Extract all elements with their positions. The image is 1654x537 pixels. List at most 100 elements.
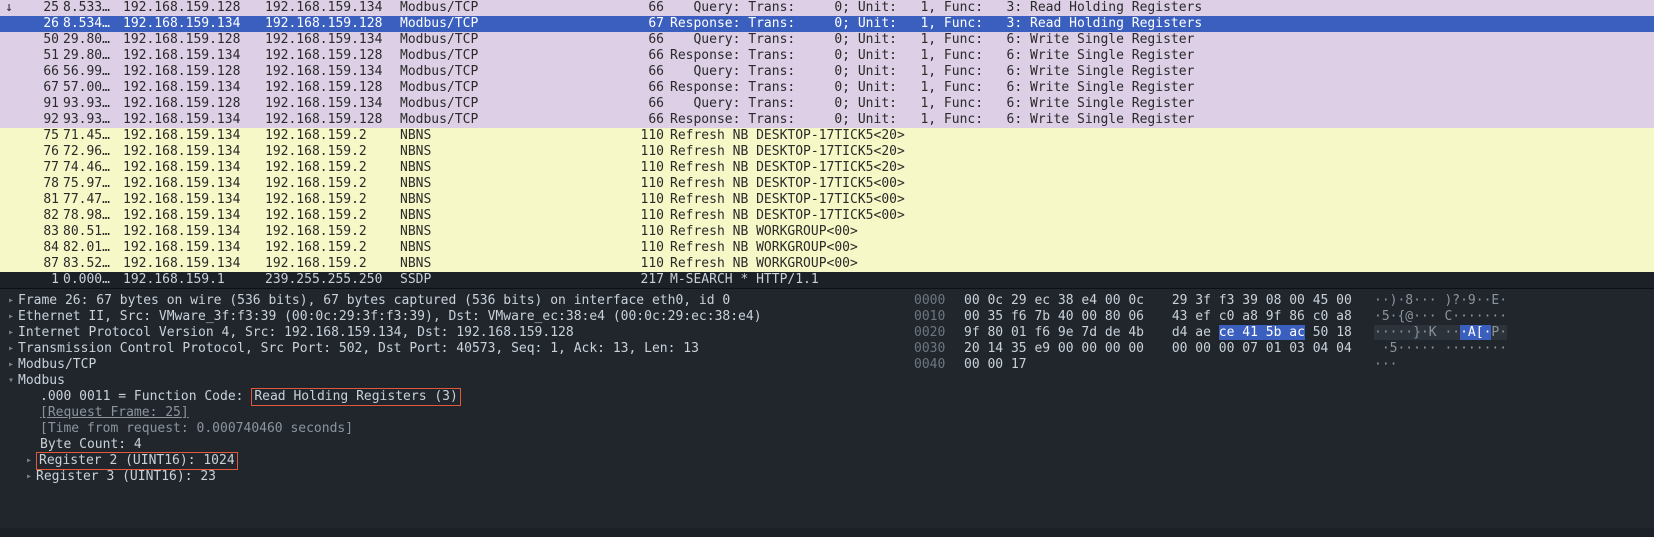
- col-info: Refresh NB WORKGROUP<00>: [670, 224, 1654, 240]
- col-info: Refresh NB WORKGROUP<00>: [670, 240, 1654, 256]
- col-protocol: NBNS: [400, 240, 630, 256]
- modbus-tcp-summary[interactable]: Modbus/TCP: [18, 357, 96, 373]
- frame-summary[interactable]: Frame 26: 67 bytes on wire (536 bits), 6…: [18, 293, 730, 309]
- col-length: 110: [630, 160, 670, 176]
- packet-row[interactable]: 91 93.93… 192.168.159.128 192.168.159.13…: [0, 96, 1654, 112]
- col-destination: 192.168.159.134: [265, 32, 400, 48]
- col-protocol: NBNS: [400, 224, 630, 240]
- hex-line[interactable]: 0020 9f 80 01 f6 9e 7d de 4b d4 ae ce 41…: [914, 325, 1648, 341]
- col-source: 192.168.159.128: [123, 32, 265, 48]
- col-destination: 192.168.159.128: [265, 112, 400, 128]
- col-source: 192.168.159.134: [123, 112, 265, 128]
- col-length: 217: [630, 272, 670, 288]
- col-source: 192.168.159.134: [123, 176, 265, 192]
- packet-details-pane[interactable]: ▸Frame 26: 67 bytes on wire (536 bits), …: [0, 289, 908, 528]
- col-no: 26: [18, 16, 63, 32]
- col-protocol: NBNS: [400, 144, 630, 160]
- register-2[interactable]: Register 2 (UINT16): 1024: [36, 452, 238, 470]
- packet-list[interactable]: ↓25 8.533… 192.168.159.128 192.168.159.1…: [0, 0, 1654, 288]
- packet-bytes-pane[interactable]: 0000 00 0c 29 ec 38 e4 00 0c 29 3f f3 39…: [908, 289, 1654, 528]
- col-protocol: NBNS: [400, 160, 630, 176]
- packet-row[interactable]: 77 74.46… 192.168.159.134 192.168.159.2 …: [0, 160, 1654, 176]
- col-no: 87: [18, 256, 63, 272]
- chevron-right-icon[interactable]: ▸: [4, 343, 18, 355]
- col-no: 91: [18, 96, 63, 112]
- col-source: 192.168.159.128: [123, 96, 265, 112]
- col-no: 81: [18, 192, 63, 208]
- packet-row[interactable]: 51 29.80… 192.168.159.134 192.168.159.12…: [0, 48, 1654, 64]
- col-length: 110: [630, 224, 670, 240]
- col-time: 8.534…: [63, 16, 123, 32]
- col-destination: 192.168.159.134: [265, 96, 400, 112]
- packet-row[interactable]: 84 82.01… 192.168.159.134 192.168.159.2 …: [0, 240, 1654, 256]
- register-3[interactable]: Register 3 (UINT16): 23: [36, 469, 216, 485]
- chevron-right-icon[interactable]: ▸: [4, 327, 18, 339]
- time-from-request: [Time from request: 0.000740460 seconds]: [40, 421, 353, 437]
- col-info: Query: Trans: 0; Unit: 1, Func: 6: Write…: [670, 96, 1654, 112]
- hex-line[interactable]: 0010 00 35 f6 7b 40 00 80 06 43 ef c0 a8…: [914, 309, 1648, 325]
- packet-row[interactable]: 82 78.98… 192.168.159.134 192.168.159.2 …: [0, 208, 1654, 224]
- col-protocol: NBNS: [400, 208, 630, 224]
- byte-count[interactable]: Byte Count: 4: [40, 437, 142, 453]
- packet-row[interactable]: 78 75.97… 192.168.159.134 192.168.159.2 …: [0, 176, 1654, 192]
- chevron-right-icon[interactable]: ▸: [22, 471, 36, 483]
- packet-row[interactable]: 87 83.52… 192.168.159.134 192.168.159.2 …: [0, 256, 1654, 272]
- hex-offset: 0000: [914, 293, 964, 309]
- packet-row[interactable]: 76 72.96… 192.168.159.134 192.168.159.2 …: [0, 144, 1654, 160]
- col-time: 8.533…: [63, 0, 123, 16]
- col-info: Response: Trans: 0; Unit: 1, Func: 6: Wr…: [670, 80, 1654, 96]
- col-destination: 192.168.159.128: [265, 48, 400, 64]
- col-length: 66: [630, 96, 670, 112]
- col-time: 56.99…: [63, 64, 123, 80]
- chevron-down-icon[interactable]: ▾: [4, 375, 18, 387]
- chevron-right-icon[interactable]: ▸: [4, 295, 18, 307]
- col-protocol: Modbus/TCP: [400, 16, 630, 32]
- col-time: 29.80…: [63, 32, 123, 48]
- function-code-prefix: .000 0011 = Function Code:: [40, 389, 251, 405]
- packet-row[interactable]: 50 29.80… 192.168.159.128 192.168.159.13…: [0, 32, 1654, 48]
- col-protocol: Modbus/TCP: [400, 0, 630, 16]
- col-length: 110: [630, 144, 670, 160]
- ethernet-summary[interactable]: Ethernet II, Src: VMware_3f:f3:39 (00:0c…: [18, 309, 762, 325]
- col-source: 192.168.159.134: [123, 16, 265, 32]
- chevron-right-icon[interactable]: ▸: [4, 311, 18, 323]
- col-destination: 192.168.159.2: [265, 256, 400, 272]
- tcp-summary[interactable]: Transmission Control Protocol, Src Port:…: [18, 341, 699, 357]
- hex-bytes-left: 20 14 35 e9 00 00 00 00: [964, 341, 1164, 357]
- col-time: 83.52…: [63, 256, 123, 272]
- col-time: 75.97…: [63, 176, 123, 192]
- modbus-summary[interactable]: Modbus: [18, 373, 65, 389]
- col-protocol: Modbus/TCP: [400, 48, 630, 64]
- packet-row[interactable]: 67 57.00… 192.168.159.134 192.168.159.12…: [0, 80, 1654, 96]
- col-info: Response: Trans: 0; Unit: 1, Func: 6: Wr…: [670, 48, 1654, 64]
- col-time: 57.00…: [63, 80, 123, 96]
- packet-row[interactable]: 83 80.51… 192.168.159.134 192.168.159.2 …: [0, 224, 1654, 240]
- function-code-value[interactable]: Read Holding Registers (3): [251, 388, 461, 406]
- ip-summary[interactable]: Internet Protocol Version 4, Src: 192.16…: [18, 325, 574, 341]
- chevron-right-icon[interactable]: ▸: [4, 359, 18, 371]
- hex-line[interactable]: 0040 00 00 17 ···: [914, 357, 1648, 373]
- hex-bytes-left: 00 35 f6 7b 40 00 80 06: [964, 309, 1164, 325]
- col-source: 192.168.159.134: [123, 192, 265, 208]
- hex-line[interactable]: 0000 00 0c 29 ec 38 e4 00 0c 29 3f f3 39…: [914, 293, 1648, 309]
- col-no: 75: [18, 128, 63, 144]
- col-protocol: NBNS: [400, 128, 630, 144]
- col-destination: 192.168.159.128: [265, 16, 400, 32]
- packet-row[interactable]: 75 71.45… 192.168.159.134 192.168.159.2 …: [0, 128, 1654, 144]
- packet-row[interactable]: 66 56.99… 192.168.159.128 192.168.159.13…: [0, 64, 1654, 80]
- hex-line[interactable]: 0030 20 14 35 e9 00 00 00 00 00 00 00 07…: [914, 341, 1648, 357]
- packet-row[interactable]: 92 93.93… 192.168.159.134 192.168.159.12…: [0, 112, 1654, 128]
- col-source: 192.168.159.134: [123, 144, 265, 160]
- col-length: 66: [630, 0, 670, 16]
- col-info: Response: Trans: 0; Unit: 1, Func: 6: Wr…: [670, 112, 1654, 128]
- col-info: Refresh NB DESKTOP-17TICK5<00>: [670, 176, 1654, 192]
- request-frame-link[interactable]: [Request Frame: 25]: [40, 405, 189, 421]
- packet-row[interactable]: 81 77.47… 192.168.159.134 192.168.159.2 …: [0, 192, 1654, 208]
- chevron-right-icon[interactable]: ▸: [22, 455, 36, 467]
- related-packet-icon: ↓: [0, 0, 18, 16]
- col-time: 82.01…: [63, 240, 123, 256]
- col-source: 192.168.159.128: [123, 0, 265, 16]
- packet-row[interactable]: 26 8.534… 192.168.159.134 192.168.159.12…: [0, 16, 1654, 32]
- packet-row[interactable]: ↓25 8.533… 192.168.159.128 192.168.159.1…: [0, 0, 1654, 16]
- packet-row[interactable]: 1 0.000… 192.168.159.1 239.255.255.250 S…: [0, 272, 1654, 288]
